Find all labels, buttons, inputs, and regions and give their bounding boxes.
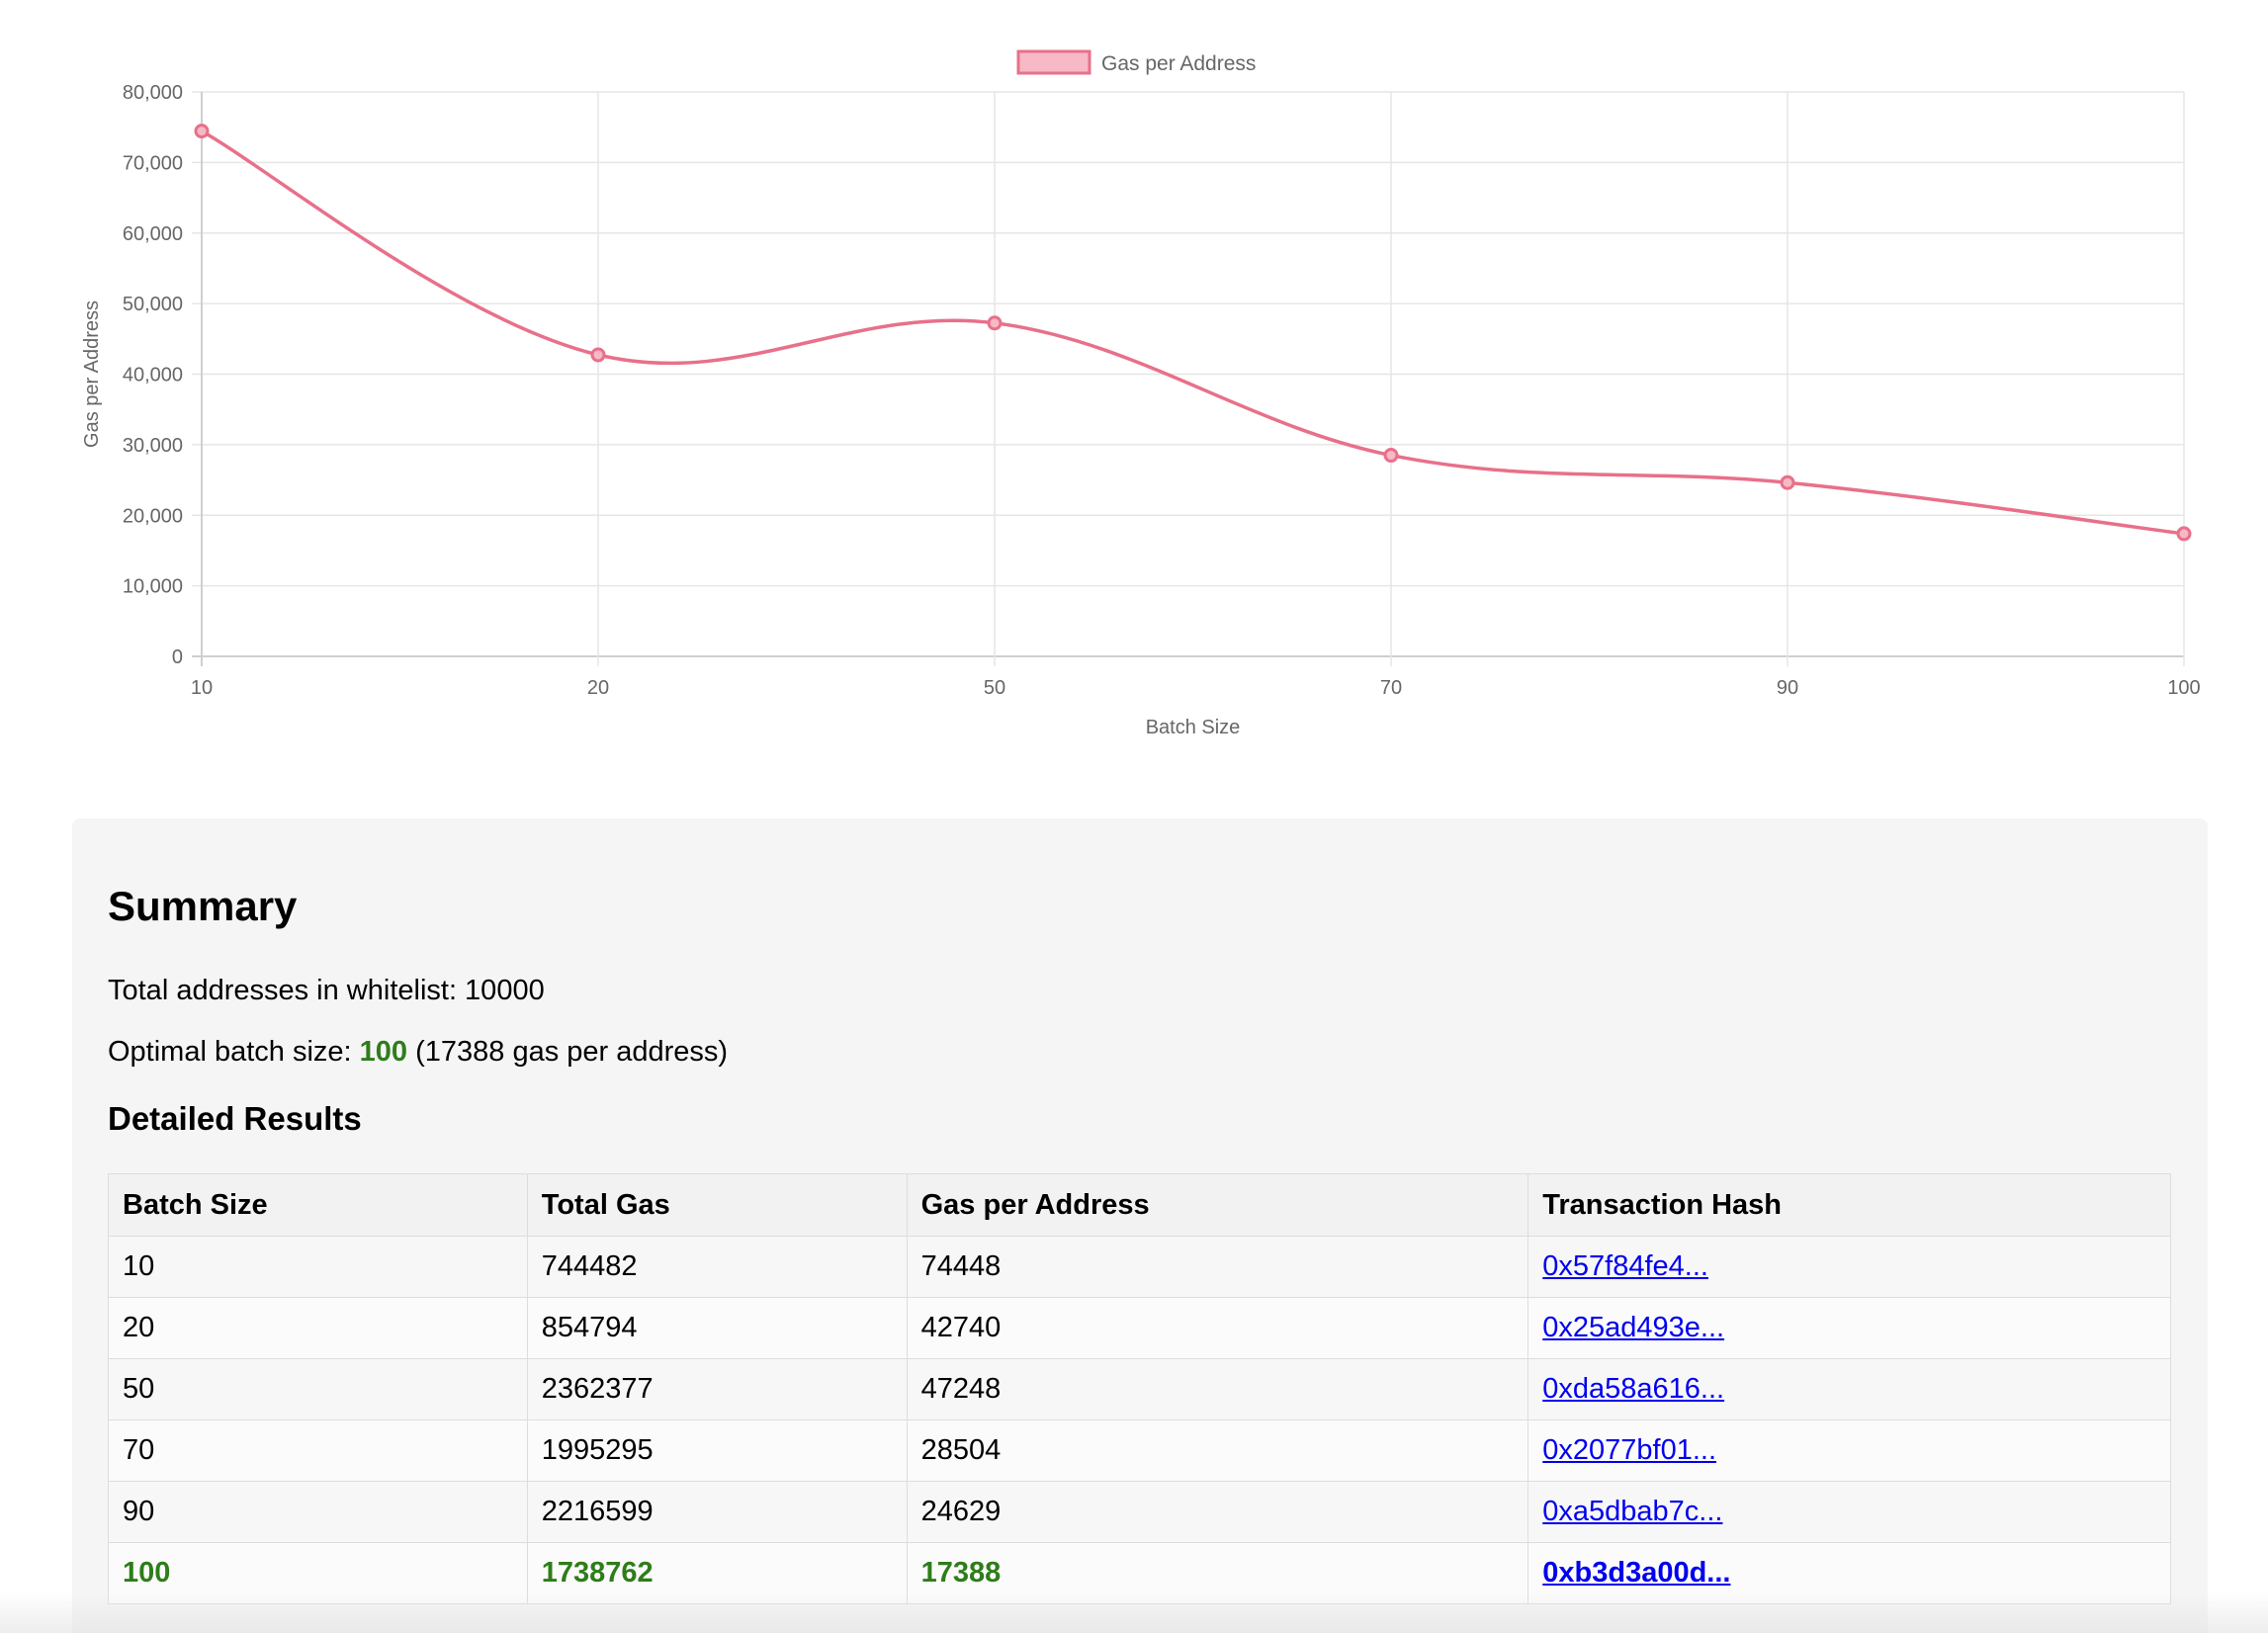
legend-swatch	[1016, 49, 1091, 75]
table-header-row: Batch Size Total Gas Gas per Address Tra…	[108, 1173, 2171, 1237]
transaction-hash-link[interactable]: 0x2077bf01...	[1542, 1434, 1716, 1466]
chart-grid	[192, 91, 2185, 666]
gas-chart-svg: 0 10,000 20,000 30,000 40,000 50,000 60,000 70,…	[81, 49, 2201, 738]
optimal-batch-text: Optimal batch size: 100 (17388 gas per a…	[108, 1038, 728, 1067]
transaction-hash-link[interactable]: 0x57f84fe4...	[1542, 1250, 1708, 1282]
data-point	[194, 124, 210, 139]
cell-batch-size: 90	[108, 1481, 528, 1543]
y-tick-label: 0	[172, 646, 183, 668]
column-header-transaction-hash: Transaction Hash	[1527, 1173, 2171, 1237]
x-tick-label: 70	[1380, 677, 1402, 699]
data-point	[1780, 474, 1795, 490]
column-header-total-gas: Total Gas	[526, 1173, 908, 1237]
table-row: 10 744482 74448 0x57f84fe4...	[108, 1236, 2171, 1298]
y-tick-label: 80,000	[123, 82, 183, 104]
data-point	[987, 315, 1003, 331]
cell-transaction-hash: 0xa5dbab7c...	[1527, 1481, 2171, 1543]
data-point	[2176, 526, 2192, 542]
y-tick-label: 30,000	[123, 435, 183, 457]
cell-gas-per-address: 42740	[906, 1297, 1529, 1359]
table-row-optimal: 100 1738762 17388 0xb3d3a00d...	[108, 1542, 2171, 1604]
cell-batch-size: 100	[108, 1542, 528, 1604]
table-row: 50 2362377 47248 0xda58a616...	[108, 1358, 2171, 1420]
table-row: 90 2216599 24629 0xa5dbab7c...	[108, 1481, 2171, 1543]
y-axis-title: Gas per Address	[81, 301, 103, 448]
cell-transaction-hash: 0xb3d3a00d...	[1527, 1542, 2171, 1604]
table-row: 70 1995295 28504 0x2077bf01...	[108, 1419, 2171, 1482]
y-tick-label: 10,000	[123, 576, 183, 598]
summary-panel: Summary Total addresses in whitelist: 10…	[72, 818, 2208, 1633]
x-tick-label: 90	[1777, 677, 1798, 699]
x-tick-label: 10	[191, 677, 213, 699]
cell-total-gas: 2362377	[526, 1358, 908, 1420]
optimal-prefix: Optimal batch size:	[108, 1036, 360, 1068]
cell-gas-per-address: 28504	[906, 1419, 1529, 1482]
cell-total-gas: 2216599	[526, 1481, 908, 1543]
y-tick-label: 60,000	[123, 223, 183, 245]
results-table: Batch Size Total Gas Gas per Address Tra…	[108, 1173, 2171, 1604]
chart-series	[194, 124, 2192, 542]
cell-transaction-hash: 0x57f84fe4...	[1527, 1236, 2171, 1298]
cell-batch-size: 70	[108, 1419, 528, 1482]
column-header-batch-size: Batch Size	[108, 1173, 528, 1237]
cell-total-gas: 744482	[526, 1236, 908, 1298]
gas-chart: 0 10,000 20,000 30,000 40,000 50,000 60,000 70,…	[0, 0, 2268, 771]
cell-batch-size: 10	[108, 1236, 528, 1298]
x-tick-label: 50	[984, 677, 1005, 699]
table-row: 20 854794 42740 0x25ad493e...	[108, 1297, 2171, 1359]
optimal-suffix: (17388 gas per address)	[407, 1036, 729, 1068]
cell-gas-per-address: 74448	[906, 1236, 1529, 1298]
cell-total-gas: 1738762	[526, 1542, 908, 1604]
summary-title: Summary	[108, 883, 298, 929]
cell-gas-per-address: 17388	[906, 1542, 1529, 1604]
series-line	[201, 129, 2185, 536]
transaction-hash-link[interactable]: 0x25ad493e...	[1542, 1312, 1724, 1343]
x-tick-label: 100	[2167, 677, 2200, 699]
page: 0 10,000 20,000 30,000 40,000 50,000 60,000 70,…	[0, 0, 2268, 1633]
cell-batch-size: 50	[108, 1358, 528, 1420]
y-tick-label: 50,000	[123, 294, 183, 315]
cell-total-gas: 854794	[526, 1297, 908, 1359]
chart-axes: 0 10,000 20,000 30,000 40,000 50,000 60,000 70,…	[81, 82, 2201, 738]
optimal-batch-value: 100	[359, 1036, 408, 1068]
y-tick-label: 70,000	[123, 152, 183, 174]
data-point	[590, 347, 606, 363]
total-addresses-text: Total addresses in whitelist: 10000	[108, 975, 545, 1006]
transaction-hash-link[interactable]: 0xda58a616...	[1542, 1373, 1724, 1405]
cell-transaction-hash: 0x2077bf01...	[1527, 1419, 2171, 1482]
y-tick-label: 40,000	[123, 365, 183, 387]
cell-transaction-hash: 0x25ad493e...	[1527, 1297, 2171, 1359]
x-tick-label: 20	[587, 677, 609, 699]
column-header-gas-per-address: Gas per Address	[906, 1173, 1529, 1237]
cell-transaction-hash: 0xda58a616...	[1527, 1358, 2171, 1420]
y-tick-label: 20,000	[123, 505, 183, 527]
transaction-hash-link[interactable]: 0xa5dbab7c...	[1542, 1496, 1722, 1527]
detailed-results-title: Detailed Results	[108, 1100, 362, 1137]
cell-total-gas: 1995295	[526, 1419, 908, 1482]
x-axis-title: Batch Size	[1146, 717, 1241, 738]
legend-label: Gas per Address	[1101, 52, 1256, 75]
cell-gas-per-address: 24629	[906, 1481, 1529, 1543]
cell-gas-per-address: 47248	[906, 1358, 1529, 1420]
chart-legend[interactable]: Gas per Address	[1016, 49, 1256, 75]
cell-batch-size: 20	[108, 1297, 528, 1359]
transaction-hash-link[interactable]: 0xb3d3a00d...	[1542, 1557, 1730, 1589]
data-point	[1383, 448, 1399, 464]
